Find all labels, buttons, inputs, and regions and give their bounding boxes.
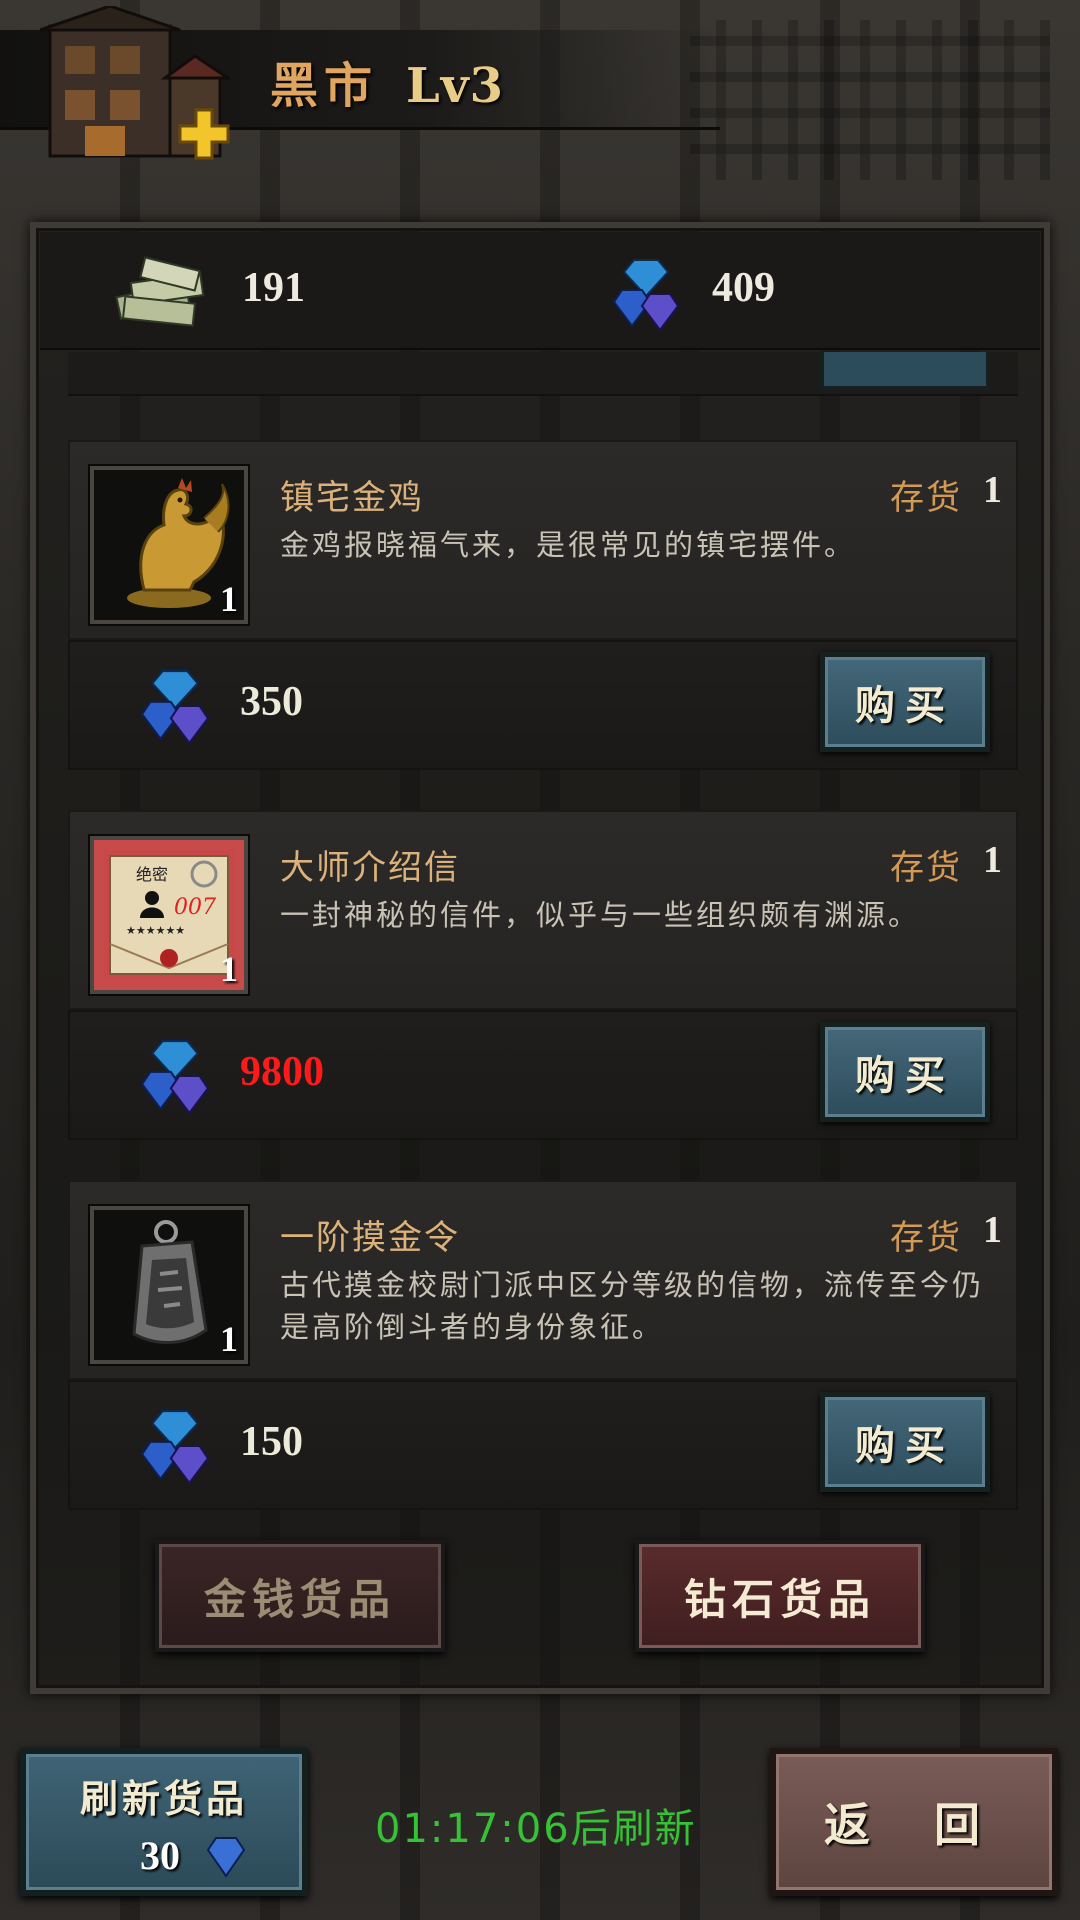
item-quantity: 1 — [220, 1319, 238, 1359]
diamond-icon — [206, 1837, 246, 1878]
item-price: 9800 — [240, 1049, 324, 1095]
stock-label: 存货 — [890, 848, 962, 888]
refresh-goods-button[interactable]: 刷新货品 30 — [20, 1748, 308, 1896]
letter-stars-text: ★★★★★★ — [126, 924, 185, 937]
market-title: 黑市 — [270, 58, 379, 114]
currency-bar: 191 409 — [40, 232, 1040, 350]
item-thumbnail[interactable]: 绝密 007 ★★★★★★ 1 — [90, 836, 248, 994]
diamond-price-icon — [140, 670, 210, 745]
item-name: 大师介绍信 — [280, 848, 460, 888]
stock-label: 存货 — [890, 478, 962, 518]
diamond-amount: 409 — [712, 265, 775, 311]
item-quantity: 1 — [220, 579, 238, 619]
item-price: 150 — [240, 1419, 303, 1465]
diamond-price-icon — [140, 1410, 210, 1485]
page-title: 黑市 Lv3 — [270, 46, 504, 116]
item-thumbnail[interactable]: 1 — [90, 1206, 248, 1364]
item-name: 一阶摸金令 — [280, 1218, 460, 1258]
stock-label: 存货 — [890, 1218, 962, 1258]
cash-stack-icon — [115, 256, 205, 327]
list-item: 绝密 007 ★★★★★★ 1 大师介绍信 存货 1 一封神秘的信件，似乎与一些… — [68, 810, 1018, 1140]
market-level: Lv3 — [406, 58, 505, 114]
refresh-timer: 01:17:06后刷新 — [375, 1806, 697, 1852]
item-description: 古代摸金校尉门派中区分等级的信物，流传至今仍是高阶倒斗者的身份象征。 — [280, 1268, 985, 1344]
tab-diamond-goods[interactable]: 钻石货品 — [635, 1540, 925, 1652]
stock-value: 1 — [983, 1209, 1002, 1251]
tab-money-goods[interactable]: 金钱货品 — [155, 1540, 445, 1652]
item-description: 一封神秘的信件，似乎与一些组织颇有渊源。 — [280, 898, 921, 932]
item-list[interactable]: 1 镇宅金鸡 存货 1 金鸡报晓福气来，是很常见的镇宅摆件。 350 购买 绝密… — [68, 352, 1018, 1512]
item-thumbnail[interactable]: 1 — [90, 466, 248, 624]
list-item: 1 镇宅金鸡 存货 1 金鸡报晓福气来，是很常见的镇宅摆件。 350 购买 — [68, 440, 1018, 770]
letter-secret-text: 绝密 — [136, 865, 168, 884]
stock-value: 1 — [983, 839, 1002, 881]
item-price: 350 — [240, 679, 303, 725]
upgrade-plus-icon[interactable] — [178, 108, 230, 160]
buy-button[interactable]: 购买 — [820, 652, 990, 752]
buy-button[interactable]: 购买 — [820, 1022, 990, 1122]
letter-code-text: 007 — [174, 895, 216, 920]
refresh-label: 刷新货品 — [79, 1776, 248, 1821]
list-item: 1 一阶摸金令 存货 1 古代摸金校尉门派中区分等级的信物，流传至今仍是高阶倒斗… — [68, 1180, 1018, 1510]
item-name: 镇宅金鸡 — [280, 478, 424, 518]
back-button[interactable]: 返 回 — [770, 1748, 1058, 1896]
item-description: 金鸡报晓福气来，是很常见的镇宅摆件。 — [280, 528, 857, 562]
diamond-price-icon — [140, 1040, 210, 1115]
stock-value: 1 — [983, 469, 1002, 511]
refresh-cost: 30 — [140, 1833, 180, 1878]
money-amount: 191 — [242, 265, 305, 311]
diamond-icon — [612, 259, 680, 332]
buy-button[interactable]: 购买 — [820, 1392, 990, 1492]
item-quantity: 1 — [220, 949, 238, 989]
background-lattice — [690, 20, 1050, 180]
